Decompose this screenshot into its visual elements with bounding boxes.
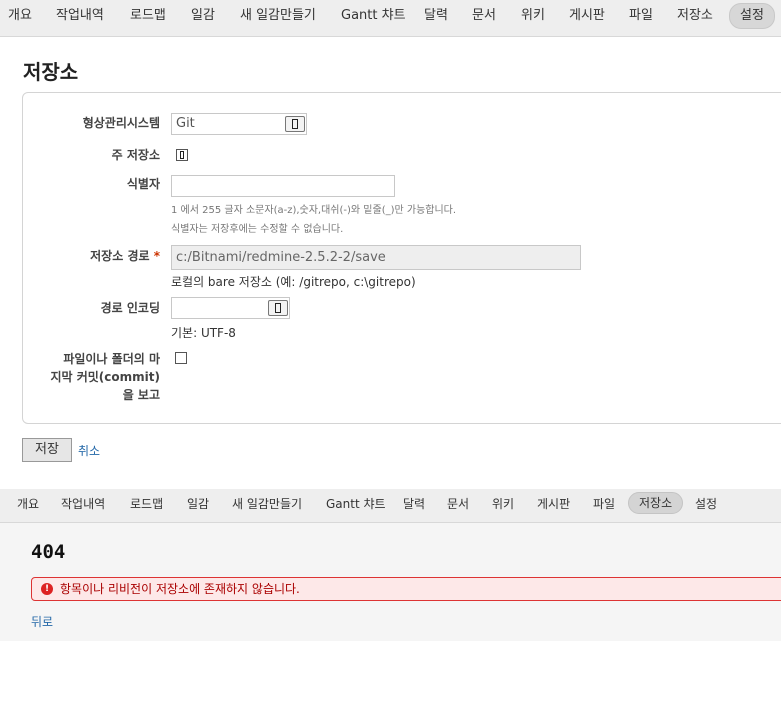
tab-issues[interactable]: 일감	[187, 495, 209, 513]
report-label-line-3: 을 보고	[122, 388, 160, 402]
tab-wiki[interactable]: 위키	[521, 6, 545, 26]
tab-documents[interactable]: 문서	[472, 6, 496, 26]
path-label: 저장소 경로 *	[40, 247, 160, 265]
report-label-line-1: 파일이나 폴더의 마	[63, 352, 160, 366]
required-mark: *	[153, 249, 160, 263]
scm-select[interactable]: Git	[171, 113, 307, 135]
tab-activity[interactable]: 작업내역	[56, 6, 104, 26]
tab-wiki[interactable]: 위키	[492, 495, 514, 513]
dropdown-icon	[268, 300, 288, 316]
report-last-commit-label: 파일이나 폴더의 마 지막 커밋(commit) 을 보고	[40, 350, 160, 404]
identifier-hint: 1 에서 255 글자 소문자(a-z),숫자,대쉬(-)와 밑줄(_)만 가능…	[171, 205, 457, 216]
identifier-input[interactable]	[171, 175, 395, 197]
top-menu: 개요 작업내역 로드맵 일감 새 일감만들기 Gantt 챠트 달력 문서 위키…	[0, 0, 781, 37]
tab-gantt[interactable]: Gantt 챠트	[326, 495, 386, 513]
tab-new-issue[interactable]: 새 일감만들기	[232, 495, 302, 513]
path-hint: 로컬의 bare 저장소 (예: /gitrepo, c:\gitrepo)	[171, 275, 416, 289]
page-title: 저장소	[23, 60, 79, 84]
tab-roadmap[interactable]: 로드맵	[130, 495, 163, 513]
encoding-label: 경로 인코딩	[100, 301, 160, 315]
tab-boards[interactable]: 게시판	[569, 6, 605, 26]
path-input[interactable]: c:/Bitnami/redmine-2.5.2-2/save	[171, 245, 581, 270]
encoding-select[interactable]	[171, 297, 290, 319]
tab-files[interactable]: 파일	[629, 6, 653, 26]
tab-documents[interactable]: 문서	[447, 495, 469, 513]
scm-label: 형상관리시스템	[82, 116, 160, 130]
tab-settings[interactable]: 설정	[729, 3, 775, 29]
main-repo-checkbox[interactable]	[176, 149, 188, 161]
error-title: 404	[31, 541, 66, 563]
encoding-hint: 기본: UTF-8	[171, 326, 236, 340]
error-flash: ! 항목이나 리비전이 저장소에 존재하지 않습니다.	[31, 577, 781, 601]
tab-settings[interactable]: 설정	[695, 495, 717, 513]
identifier-hint-2: 식별자는 저장후에는 수정할 수 없습니다.	[171, 224, 344, 235]
tab-calendar[interactable]: 달력	[403, 495, 425, 513]
report-label-line-2: 지막 커밋(commit)	[50, 370, 160, 384]
tab-new-issue[interactable]: 새 일감만들기	[240, 6, 316, 26]
save-button[interactable]: 저장	[22, 438, 72, 462]
tab-files[interactable]: 파일	[593, 495, 615, 513]
tab-repository[interactable]: 저장소	[628, 492, 684, 514]
path-label-text: 저장소 경로	[90, 249, 150, 263]
report-last-commit-checkbox[interactable]	[175, 352, 187, 364]
error-icon: !	[41, 583, 53, 595]
tab-gantt[interactable]: Gantt 챠트	[341, 6, 406, 26]
back-link[interactable]: 뒤로	[31, 613, 53, 630]
identifier-label: 식별자	[126, 177, 160, 191]
error-page-panel: 개요 작업내역 로드맵 일감 새 일감만들기 Gantt 챠트 달력 문서 위키…	[0, 489, 781, 641]
error-message: 항목이나 리비전이 저장소에 존재하지 않습니다.	[60, 582, 300, 596]
cancel-link[interactable]: 취소	[78, 442, 100, 459]
tab-activity[interactable]: 작업내역	[61, 495, 105, 513]
tab-boards[interactable]: 게시판	[537, 495, 570, 513]
tab-repository[interactable]: 저장소	[677, 6, 713, 26]
scm-select-value: Git	[176, 116, 195, 131]
tab-overview[interactable]: 개요	[17, 495, 39, 513]
tab-overview[interactable]: 개요	[8, 6, 32, 26]
tab-roadmap[interactable]: 로드맵	[130, 6, 166, 26]
top-menu-2: 개요 작업내역 로드맵 일감 새 일감만들기 Gantt 챠트 달력 문서 위키…	[0, 489, 781, 523]
tab-calendar[interactable]: 달력	[424, 6, 448, 26]
tab-issues[interactable]: 일감	[191, 6, 215, 26]
dropdown-icon	[285, 116, 305, 132]
main-repo-label: 주 저장소	[111, 148, 160, 162]
